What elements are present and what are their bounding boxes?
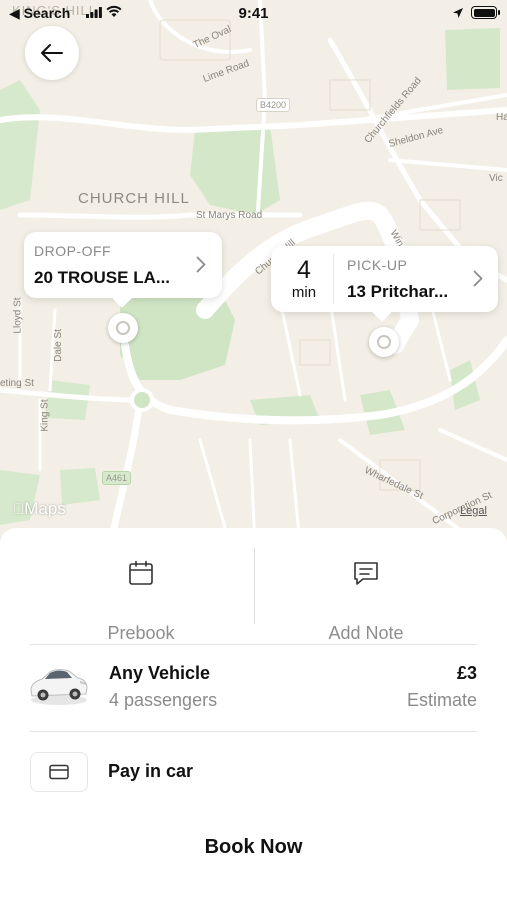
add-note-label: Add Note <box>328 623 404 643</box>
pickup-pin[interactable] <box>369 327 399 357</box>
chevron-right-icon <box>196 256 206 273</box>
pickup-callout[interactable]: 4 min PICK-UP 13 Pritchar... <box>271 246 498 312</box>
back-button[interactable] <box>25 26 79 80</box>
payment-method-box <box>30 752 88 792</box>
map-label-king-st: King St <box>39 399 51 432</box>
dropoff-pin[interactable] <box>108 313 138 343</box>
message-note-icon <box>354 562 378 585</box>
clock: 9:41 <box>238 5 269 22</box>
map-label-ha: Ha <box>496 112 507 123</box>
dropoff-caption: DROP-OFF <box>34 243 112 259</box>
map-label-lloyd: Lloyd St <box>12 297 24 334</box>
eta-value: 4 <box>297 256 311 284</box>
battery-icon <box>471 6 500 19</box>
map-label-st-marys: St Marys Road <box>196 210 263 221</box>
car-icon <box>30 669 88 705</box>
chevron-right-icon <box>473 270 483 287</box>
price-value: £3 <box>456 663 477 683</box>
divider <box>30 644 477 645</box>
prebook-button[interactable]: Prebook <box>30 548 252 643</box>
divider <box>30 731 477 732</box>
location-arrow-icon <box>453 8 463 18</box>
map-label-church-hill-area: CHURCH HILL <box>78 190 190 207</box>
dropoff-callout[interactable]: DROP-OFF 20 TROUSE LA... <box>24 232 222 298</box>
price-estimate-label: Estimate <box>406 690 477 710</box>
add-note-button[interactable]: Add Note <box>255 548 477 643</box>
eta-block: 4 min <box>281 256 327 301</box>
arrow-left-icon <box>41 44 63 62</box>
credit-card-icon <box>49 764 69 780</box>
map-label-vic: Vic <box>489 173 503 184</box>
payment-label: Pay in car <box>108 761 194 781</box>
calendar-icon <box>129 560 153 585</box>
prebook-label: Prebook <box>107 623 175 643</box>
map-label-b4200: B4200 <box>256 98 291 112</box>
eta-unit: min <box>291 284 317 301</box>
vehicle-passengers: 4 passengers <box>109 690 218 710</box>
book-now-button[interactable]: Book Now <box>0 836 507 859</box>
map-label-a461: A461 <box>102 471 132 485</box>
map-label-dale: Dale St <box>52 329 64 362</box>
apple-maps-attribution: Maps <box>13 499 66 518</box>
pickup-caption: PICK-UP <box>347 257 408 273</box>
vehicle-name: Any Vehicle <box>109 663 211 683</box>
pickup-address: 13 Pritchar... <box>347 282 449 301</box>
eta-divider <box>333 254 334 304</box>
status-bar: ◀ Search 9:41 <box>0 0 507 28</box>
map-label-eting: eting St <box>0 378 34 389</box>
legal-link[interactable]: Legal <box>460 505 487 517</box>
booking-sheet: Prebook Add Note Any Vehicle 4 passenger… <box>0 528 507 900</box>
dropoff-address: 20 TROUSE LA... <box>34 268 171 287</box>
apple-logo-icon:  <box>13 501 24 518</box>
